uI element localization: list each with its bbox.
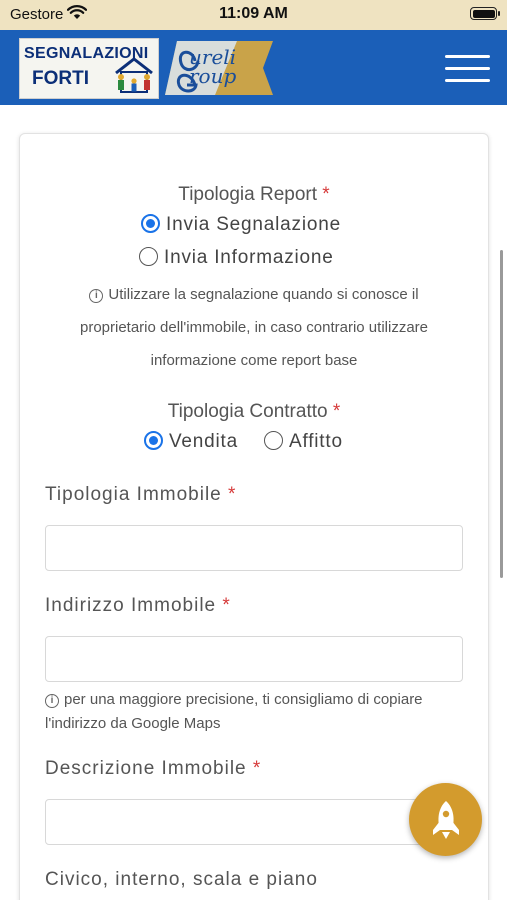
- segnalazioni-forti-logo[interactable]: SEGNALAZIONI FORTI: [19, 38, 159, 99]
- scrollbar[interactable]: [500, 250, 503, 578]
- hint-line1: per una maggiore precisione, ti consigli…: [64, 691, 423, 708]
- property-type-label: Tipologia Immobile *: [45, 484, 236, 506]
- aureli-group-logo[interactable]: ureli roup: [165, 41, 275, 101]
- hint-line2: l'indirizzo da Google Maps: [45, 715, 221, 732]
- required-mark: *: [222, 595, 231, 616]
- property-type-input[interactable]: [45, 525, 463, 571]
- logo-word-group: roup: [189, 64, 237, 88]
- contract-type-label: Tipologia Contratto *: [19, 401, 489, 423]
- rocket-fab-button[interactable]: [409, 783, 482, 856]
- property-description-input[interactable]: [45, 799, 463, 845]
- property-description-label-text: Descrizione Immobile: [45, 758, 247, 779]
- required-mark: *: [228, 484, 237, 505]
- radio-label: Affitto: [289, 431, 343, 452]
- required-mark: *: [252, 758, 262, 779]
- info-line1: Utilizzare la segnalazione quando si con…: [108, 286, 419, 303]
- info-icon: i: [89, 289, 104, 303]
- radio-label: Invia Segnalazione: [166, 214, 341, 235]
- radio-label: Vendita: [169, 431, 238, 452]
- app-screen: Gestore 11:09 AM SEGNALAZIONI FORTI urel…: [0, 0, 507, 900]
- radio-button[interactable]: [264, 431, 283, 450]
- radio-affitto[interactable]: Affitto: [264, 431, 343, 453]
- house-people-icon: [115, 57, 153, 93]
- required-mark: *: [322, 184, 330, 205]
- report-info-text: i Utilizzare la segnalazione quando si co…: [19, 278, 489, 377]
- radio-button-selected[interactable]: [141, 214, 160, 233]
- radio-button[interactable]: [139, 247, 158, 266]
- hamburger-menu-icon[interactable]: [445, 55, 490, 83]
- status-bar: Gestore 11:09 AM: [0, 0, 507, 30]
- info-line2: proprietario dell'immobile, in caso cont…: [79, 319, 428, 336]
- property-description-label: Descrizione Immobile *: [45, 758, 261, 780]
- property-address-label-text: Indirizzo Immobile: [45, 595, 217, 616]
- civic-details-label: Civico, interno, scala e piano: [45, 869, 318, 890]
- report-type-label: Tipologia Report *: [19, 184, 489, 206]
- radio-vendita[interactable]: Vendita: [144, 431, 238, 453]
- property-address-label: Indirizzo Immobile *: [45, 595, 231, 617]
- rocket-icon: [433, 801, 459, 839]
- info-icon: i: [45, 694, 59, 708]
- radio-invia-segnalazione[interactable]: Invia Segnalazione: [141, 214, 341, 236]
- report-type-label-text: Tipologia Report: [178, 184, 318, 205]
- logo-text-line2: FORTI: [32, 68, 89, 89]
- info-line3: informazione come report base: [150, 352, 358, 369]
- address-hint: i per una maggiore precisione, ti consigl…: [45, 688, 465, 736]
- contract-type-label-text: Tipologia Contratto: [167, 401, 328, 422]
- radio-invia-informazione[interactable]: Invia Informazione: [139, 247, 334, 269]
- radio-label: Invia Informazione: [164, 247, 334, 268]
- property-address-input[interactable]: [45, 636, 463, 682]
- radio-button-selected[interactable]: [144, 431, 163, 450]
- property-type-label-text: Tipologia Immobile: [45, 484, 222, 505]
- app-header: SEGNALAZIONI FORTI ureli roup: [0, 30, 507, 105]
- clock: 11:09 AM: [219, 5, 288, 22]
- battery-icon: [470, 7, 500, 20]
- required-mark: *: [332, 401, 341, 422]
